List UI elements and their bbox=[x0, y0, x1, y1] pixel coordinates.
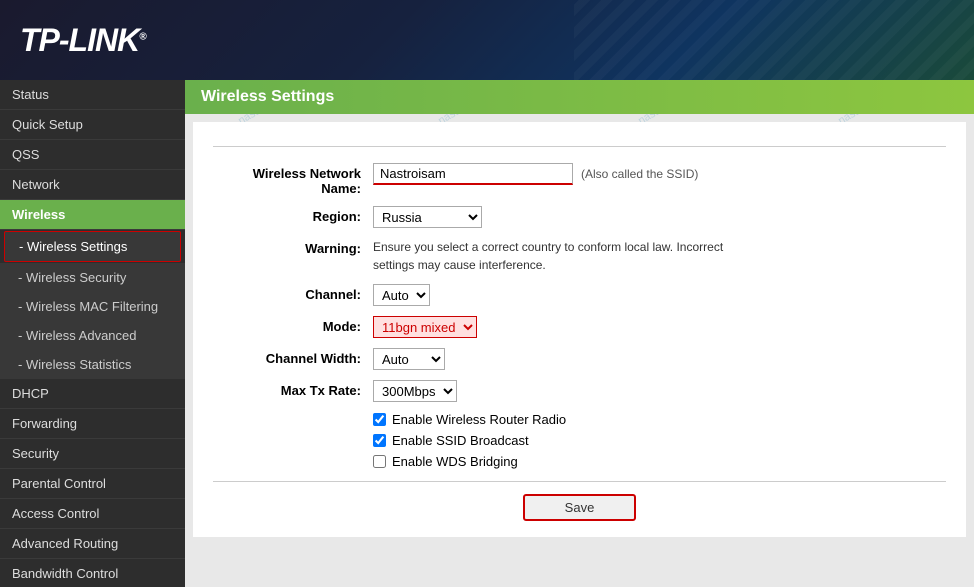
region-select[interactable]: Russia United States China bbox=[373, 206, 482, 228]
channel-width-row: Channel Width: Auto 20MHz 40MHz bbox=[213, 348, 946, 370]
page-title: Wireless Settings bbox=[201, 88, 334, 105]
sidebar-item-label: Status bbox=[12, 87, 49, 102]
checkbox-row-1: Enable Wireless Router Radio bbox=[373, 412, 946, 427]
sidebar-item-label: QSS bbox=[12, 147, 39, 162]
sidebar-item-label: - Wireless Security bbox=[18, 270, 126, 285]
main-content: nastroiiam.runastroiiam.runastroiiam.run… bbox=[185, 80, 974, 587]
form-area: Wireless Network Name: (Also called the … bbox=[193, 122, 966, 537]
channel-controls: Auto 1234 5678 91011 bbox=[373, 284, 430, 306]
mode-select[interactable]: 11bgn mixed 11b only 11g only 11n only bbox=[373, 316, 477, 338]
sidebar-item-label: Bandwidth Control bbox=[12, 566, 118, 581]
sidebar-item-label: Network bbox=[12, 177, 60, 192]
sidebar-item-qss[interactable]: QSS bbox=[0, 140, 185, 170]
sidebar-item-label: Security bbox=[12, 446, 59, 461]
sidebar-item-label: - Wireless MAC Filtering bbox=[18, 299, 158, 314]
warning-label: Warning: bbox=[213, 238, 373, 256]
sidebar-item-wirelesssettings[interactable]: - Wireless Settings bbox=[4, 231, 181, 262]
sidebar-item-label: Parental Control bbox=[12, 476, 106, 491]
checkbox-row-3: Enable WDS Bridging bbox=[373, 454, 946, 469]
network-name-controls: (Also called the SSID) bbox=[373, 163, 698, 185]
sidebar-item-label: Quick Setup bbox=[12, 117, 83, 132]
sidebar-item-dhcp[interactable]: DHCP bbox=[0, 379, 185, 409]
enable-ssid-broadcast-checkbox[interactable] bbox=[373, 434, 386, 447]
sidebar-item-forwarding[interactable]: Forwarding bbox=[0, 409, 185, 439]
sidebar-item-label: - Wireless Statistics bbox=[18, 357, 131, 372]
sidebar-item-label: Forwarding bbox=[12, 416, 77, 431]
sidebar-item-label: Access Control bbox=[12, 506, 99, 521]
mode-label: Mode: bbox=[213, 316, 373, 334]
sidebar-item-wirelessstatistics[interactable]: - Wireless Statistics bbox=[0, 350, 185, 379]
sidebar-item-label: Advanced Routing bbox=[12, 536, 118, 551]
warning-text: Ensure you select a correct country to c… bbox=[373, 238, 733, 274]
bottom-divider bbox=[213, 481, 946, 482]
enable-wds-bridging-checkbox[interactable] bbox=[373, 455, 386, 468]
channel-width-label: Channel Width: bbox=[213, 348, 373, 366]
enable-wireless-radio-label: Enable Wireless Router Radio bbox=[392, 412, 566, 427]
sidebar-item-bandwidthcontrol[interactable]: Bandwidth Control bbox=[0, 559, 185, 587]
sidebar-item-parentalcontrol[interactable]: Parental Control bbox=[0, 469, 185, 499]
top-divider bbox=[213, 146, 946, 147]
channel-width-select[interactable]: Auto 20MHz 40MHz bbox=[373, 348, 445, 370]
warning-row: Warning: Ensure you select a correct cou… bbox=[213, 238, 946, 274]
sidebar-item-quicksetup[interactable]: Quick Setup bbox=[0, 110, 185, 140]
enable-wireless-radio-checkbox[interactable] bbox=[373, 413, 386, 426]
channel-select[interactable]: Auto 1234 5678 91011 bbox=[373, 284, 430, 306]
region-label: Region: bbox=[213, 206, 373, 224]
sidebar-item-network[interactable]: Network bbox=[0, 170, 185, 200]
sidebar-item-label: - Wireless Settings bbox=[19, 239, 127, 254]
region-row: Region: Russia United States China bbox=[213, 206, 946, 228]
channel-row: Channel: Auto 1234 5678 91011 bbox=[213, 284, 946, 306]
sidebar-item-label: Wireless bbox=[12, 207, 65, 222]
sidebar-item-advancedrouting[interactable]: Advanced Routing bbox=[0, 529, 185, 559]
sidebar-item-accesscontrol[interactable]: Access Control bbox=[0, 499, 185, 529]
sidebar-item-status[interactable]: Status bbox=[0, 80, 185, 110]
save-btn-row: Save bbox=[213, 494, 946, 521]
checkbox-row-2: Enable SSID Broadcast bbox=[373, 433, 946, 448]
ssid-note: (Also called the SSID) bbox=[581, 167, 698, 181]
enable-ssid-broadcast-label: Enable SSID Broadcast bbox=[392, 433, 529, 448]
network-name-row: Wireless Network Name: (Also called the … bbox=[213, 163, 946, 196]
sidebar-item-wirelesssecurity[interactable]: - Wireless Security bbox=[0, 263, 185, 292]
mode-controls: 11bgn mixed 11b only 11g only 11n only bbox=[373, 316, 477, 338]
sidebar-item-wirelessmacfiltering[interactable]: - Wireless MAC Filtering bbox=[0, 292, 185, 321]
network-name-label: Wireless Network Name: bbox=[213, 163, 373, 196]
region-controls: Russia United States China bbox=[373, 206, 482, 228]
header: TP-LINK® bbox=[0, 0, 974, 80]
sidebar-item-label: - Wireless Advanced bbox=[18, 328, 137, 343]
network-name-input[interactable] bbox=[373, 163, 573, 185]
sidebar-item-wireless[interactable]: Wireless bbox=[0, 200, 185, 230]
mode-row: Mode: 11bgn mixed 11b only 11g only 11n … bbox=[213, 316, 946, 338]
sidebar-item-label: DHCP bbox=[12, 386, 49, 401]
max-tx-rate-label: Max Tx Rate: bbox=[213, 380, 373, 398]
page-title-bar: Wireless Settings bbox=[185, 80, 974, 114]
tp-link-logo: TP-LINK® bbox=[20, 22, 146, 59]
max-tx-rate-select[interactable]: 300Mbps 150Mbps 54Mbps bbox=[373, 380, 457, 402]
save-button[interactable]: Save bbox=[523, 494, 637, 521]
max-tx-rate-controls: 300Mbps 150Mbps 54Mbps bbox=[373, 380, 457, 402]
max-tx-rate-row: Max Tx Rate: 300Mbps 150Mbps 54Mbps bbox=[213, 380, 946, 402]
sidebar-item-security[interactable]: Security bbox=[0, 439, 185, 469]
channel-width-controls: Auto 20MHz 40MHz bbox=[373, 348, 445, 370]
sidebar: Status Quick Setup QSS Network Wireless - Wir… bbox=[0, 80, 185, 587]
enable-wds-bridging-label: Enable WDS Bridging bbox=[392, 454, 518, 469]
channel-label: Channel: bbox=[213, 284, 373, 302]
sidebar-item-wirelessadvanced[interactable]: - Wireless Advanced bbox=[0, 321, 185, 350]
